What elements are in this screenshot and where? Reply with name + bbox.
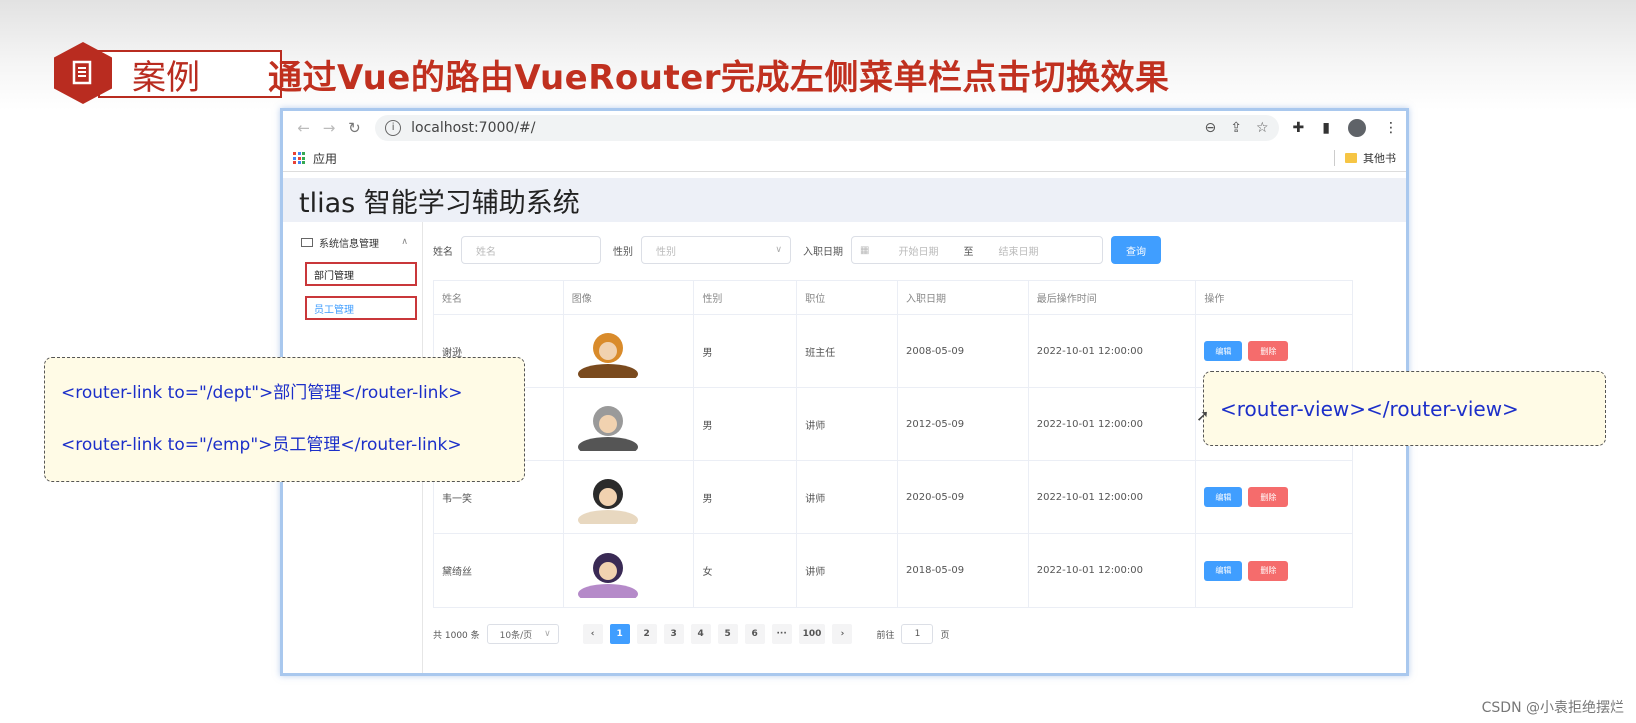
chevron-up-icon: ∧ xyxy=(401,237,408,247)
query-button[interactable]: 查询 xyxy=(1111,236,1161,264)
pagination: 共 1000 条 10条/页 ∨ ‹ 1 2 3 4 5 6 ··· 100 › 前往 1 页 xyxy=(433,624,1363,644)
cell-gender: 女 xyxy=(694,534,798,607)
address-bar: ← → ↻ i localhost:7000/#/ ⊖ ⇪ ☆ ✚ ▮ ⋮ xyxy=(283,111,1406,145)
gender-label: 性别 xyxy=(613,246,633,258)
page-button[interactable]: 1 xyxy=(609,624,630,644)
gender-select[interactable]: 性别 ∨ xyxy=(641,236,791,264)
url-text: localhost:7000/#/ xyxy=(411,120,536,136)
router-view-callout: <router-view></router-view> xyxy=(1203,371,1606,446)
slide-title: 通过Vue的路由VueRouter完成左侧菜单栏点击切换效果 xyxy=(268,58,1170,98)
cell-gender: 男 xyxy=(694,461,798,533)
edit-button[interactable]: 编辑 xyxy=(1204,560,1243,581)
extensions-icon[interactable]: ✚ xyxy=(1293,120,1305,136)
app-title: tlias 智能学习辅助系统 xyxy=(283,178,1406,222)
cell-entry-date: 2020-05-09 xyxy=(898,461,1029,533)
cell-actions: 编辑删除 xyxy=(1196,534,1352,607)
side-panel-icon[interactable]: ▮ xyxy=(1322,120,1330,136)
page-button[interactable]: 5 xyxy=(717,624,738,644)
delete-button[interactable]: 删除 xyxy=(1248,560,1289,581)
name-input[interactable]: 姓名 xyxy=(461,236,601,264)
name-label: 姓名 xyxy=(433,246,453,258)
cell-updated: 2022-10-01 12:00:00 xyxy=(1029,388,1197,460)
cell-updated: 2022-10-01 12:00:00 xyxy=(1029,461,1197,533)
cell-entry-date: 2012-05-09 xyxy=(898,388,1029,460)
menu-item-dept[interactable]: 部门管理 xyxy=(305,262,417,286)
router-link-emp-code: <router-link to="/emp">员工管理</router-link… xyxy=(61,435,462,455)
avatar xyxy=(577,552,638,598)
page-button[interactable]: 4 xyxy=(690,624,711,644)
goto-page-input[interactable]: 1 xyxy=(901,624,934,644)
cell-avatar xyxy=(564,388,695,460)
cell-gender: 男 xyxy=(694,388,798,460)
menu-item-emp[interactable]: 员工管理 xyxy=(305,296,417,320)
goto-label: 前往 xyxy=(876,630,895,641)
total-count: 共 1000 条 xyxy=(433,630,480,641)
page-button[interactable]: 100 xyxy=(798,624,826,644)
prev-page-button[interactable]: ‹ xyxy=(582,624,603,644)
cell-avatar xyxy=(564,315,695,387)
avatar xyxy=(577,479,638,524)
reload-icon[interactable]: ↻ xyxy=(342,119,367,137)
page-button[interactable]: 3 xyxy=(663,624,684,644)
filter-bar: 姓名 姓名 性别 性别 ∨ 入职日期 ▦ 开始日期 至 结束日期 查询 xyxy=(433,222,1363,278)
cell-gender: 男 xyxy=(694,315,798,387)
edit-button[interactable]: 编辑 xyxy=(1204,341,1243,361)
bookmarks-bar: 应用 其他书 xyxy=(283,145,1406,172)
bookmark-apps[interactable]: 应用 xyxy=(313,150,337,167)
cell-avatar xyxy=(564,461,695,533)
router-view-code: <router-view></router-view> xyxy=(1220,396,1519,421)
apps-icon[interactable] xyxy=(293,152,305,164)
delete-button[interactable]: 删除 xyxy=(1248,341,1289,361)
avatar xyxy=(577,333,638,378)
avatar xyxy=(577,406,638,451)
zoom-icon[interactable]: ⊖ xyxy=(1205,120,1217,136)
page-button[interactable]: 6 xyxy=(744,624,765,644)
router-link-dept-code: <router-link to="/dept">部门管理</router-lin… xyxy=(61,383,463,403)
cell-position: 班主任 xyxy=(797,315,898,387)
case-badge: 案例 xyxy=(54,42,282,104)
mail-icon xyxy=(301,237,313,247)
cell-entry-date: 2008-05-09 xyxy=(898,315,1029,387)
cell-position: 讲师 xyxy=(797,388,898,460)
cell-actions: 编辑删除 xyxy=(1196,461,1352,533)
page-button[interactable]: ··· xyxy=(771,624,792,644)
page-suffix: 页 xyxy=(940,630,950,641)
url-field[interactable]: i localhost:7000/#/ ⊖ ⇪ ☆ xyxy=(375,115,1279,141)
watermark: CSDN @小袁拒绝摆烂 xyxy=(1481,700,1624,716)
menu-icon[interactable]: ⋮ xyxy=(1384,120,1398,136)
cell-updated: 2022-10-01 12:00:00 xyxy=(1029,534,1197,607)
router-link-callout: <router-link to="/dept">部门管理</router-lin… xyxy=(44,357,525,482)
menu-group-system[interactable]: 系统信息管理 ∧ xyxy=(283,222,422,262)
cell-updated: 2022-10-01 12:00:00 xyxy=(1029,315,1197,387)
bookmark-other[interactable]: 其他书 xyxy=(1334,150,1396,166)
back-icon[interactable]: ← xyxy=(291,119,316,137)
page-button[interactable]: 2 xyxy=(636,624,657,644)
cell-avatar xyxy=(564,534,695,607)
date-label: 入职日期 xyxy=(803,246,843,258)
calendar-icon: ▦ xyxy=(860,244,870,256)
date-range-picker[interactable]: ▦ 开始日期 至 结束日期 xyxy=(851,236,1103,264)
info-icon[interactable]: i xyxy=(385,120,402,136)
cell-position: 讲师 xyxy=(797,534,898,607)
mouse-cursor-icon: ➚ xyxy=(1196,406,1210,425)
forward-icon[interactable]: → xyxy=(316,119,341,137)
chevron-down-icon: ∨ xyxy=(775,245,782,255)
next-page-button[interactable]: › xyxy=(832,624,853,644)
case-label: 案例 xyxy=(98,50,282,98)
table-header: 姓名 图像 性别 职位 入职日期 最后操作时间 操作 xyxy=(434,281,1352,315)
edit-button[interactable]: 编辑 xyxy=(1204,487,1243,507)
table-row: 韦一笑男讲师 2020-05-09 2022-10-01 12:00:00 编辑 删除 xyxy=(434,461,1352,534)
star-icon[interactable]: ☆ xyxy=(1256,120,1269,136)
table-row: 黛绮丝女讲师 2018-05-09 2022-10-01 12:00:00 编辑 删除 xyxy=(434,534,1352,607)
cell-position: 讲师 xyxy=(797,461,898,533)
delete-button[interactable]: 删除 xyxy=(1248,487,1289,507)
page-size-select[interactable]: 10条/页 ∨ xyxy=(486,624,559,644)
profile-icon[interactable] xyxy=(1347,119,1366,137)
share-icon[interactable]: ⇪ xyxy=(1230,120,1242,136)
cell-name: 黛绮丝 xyxy=(434,534,564,607)
folder-icon xyxy=(1345,153,1357,163)
cell-entry-date: 2018-05-09 xyxy=(898,534,1029,607)
